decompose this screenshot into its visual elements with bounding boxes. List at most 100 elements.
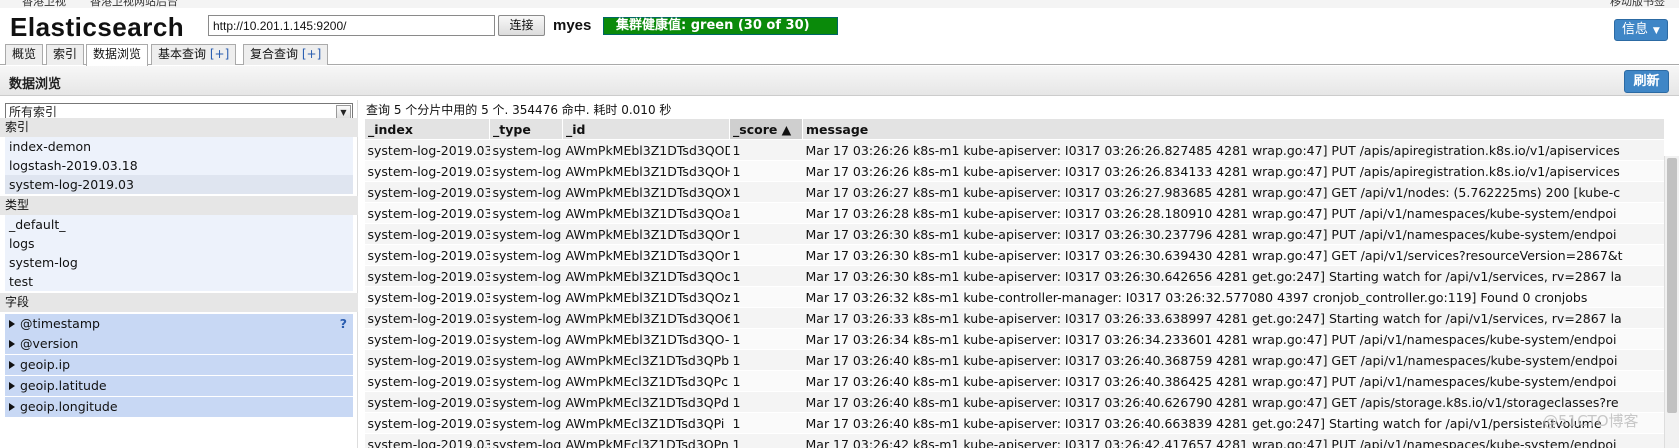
table-row[interactable]: system-log-2019.03 system-log AWmPkMEbl3Z1… bbox=[364, 307, 1664, 329]
chevron-down-icon: ▼ bbox=[1650, 26, 1660, 36]
sidebar-item-type[interactable]: logs bbox=[5, 234, 353, 253]
field-label: geoip.ip bbox=[20, 357, 71, 372]
cell-score: 1 bbox=[729, 181, 803, 203]
main-tabs: 概览 索引 数据浏览 基本查询 [+] 复合查询 [+] bbox=[0, 42, 1679, 66]
watermark: @51CTO博客 bbox=[1543, 412, 1639, 430]
bookmark-item[interactable]: 香港卫视网站后台 bbox=[90, 0, 178, 8]
cell-id: AWmPkMEbl3Z1DTsd3QOa bbox=[562, 202, 730, 224]
table-row[interactable]: system-log-2019.03 system-log AWmPkMEcl3Z1… bbox=[364, 349, 1664, 371]
cell-type: system-log bbox=[489, 181, 563, 203]
cell-id: AWmPkMEbl3Z1DTsd3QO- bbox=[562, 328, 730, 350]
info-menu-button[interactable]: 信息 ▼ bbox=[1614, 19, 1668, 41]
table-row[interactable]: system-log-2019.03 system-log AWmPkMEbl3Z1… bbox=[364, 139, 1664, 161]
cell-score: 1 bbox=[729, 349, 803, 371]
sidebar-item-index[interactable]: system-log-2019.03 bbox=[5, 175, 353, 194]
cell-type: system-log bbox=[489, 307, 563, 329]
sidebar-item-type[interactable]: _default_ bbox=[5, 215, 353, 234]
cell-index: system-log-2019.03 bbox=[364, 433, 490, 448]
sidebar-item-index[interactable]: index-demon bbox=[5, 137, 353, 156]
sidebar-field[interactable]: geoip.ip bbox=[5, 355, 353, 375]
tab-label: 数据浏览 bbox=[93, 47, 142, 61]
cell-id: AWmPkMEbl3Z1DTsd3QOn bbox=[562, 244, 730, 266]
column-header-message[interactable]: message bbox=[802, 118, 1664, 140]
cell-message: Mar 17 03:26:40 k8s-m1 kube-apiserver: I… bbox=[802, 391, 1664, 413]
table-row[interactable]: system-log-2019.03 system-log AWmPkMEbl3Z1… bbox=[364, 265, 1664, 287]
cell-message: Mar 17 03:26:26 k8s-m1 kube-apiserver: I… bbox=[802, 160, 1664, 182]
expand-triangle-icon bbox=[9, 361, 15, 369]
sidebar-field[interactable]: geoip.longitude bbox=[5, 397, 353, 417]
bookmark-item[interactable]: 香港卫视 bbox=[22, 0, 66, 8]
cluster-name: myes bbox=[553, 17, 592, 34]
help-icon[interactable]: ? bbox=[340, 314, 347, 334]
table-row[interactable]: system-log-2019.03 system-log AWmPkMEbl3Z1… bbox=[364, 244, 1664, 266]
expand-triangle-icon bbox=[9, 403, 15, 411]
cell-message: Mar 17 03:26:26 k8s-m1 kube-apiserver: I… bbox=[802, 139, 1664, 161]
cell-score: 1 bbox=[729, 160, 803, 182]
field-label: @version bbox=[20, 336, 79, 351]
column-header-score[interactable]: _score ▲ bbox=[729, 118, 803, 140]
cell-message: Mar 17 03:26:42 k8s-m1 kube-apiserver: I… bbox=[802, 433, 1664, 448]
expand-triangle-icon bbox=[9, 340, 15, 348]
cluster-health-badge: 集群健康值: green (30 of 30) bbox=[603, 17, 838, 35]
cell-type: system-log bbox=[489, 412, 563, 434]
column-header-index[interactable]: _index bbox=[364, 118, 490, 140]
table-row[interactable]: system-log-2019.03 system-log AWmPkMEbl3Z1… bbox=[364, 181, 1664, 203]
cell-type: system-log bbox=[489, 286, 563, 308]
cell-id: AWmPkMEbl3Z1DTsd3QOX bbox=[562, 181, 730, 203]
cell-index: system-log-2019.03 bbox=[364, 286, 490, 308]
cell-id: AWmPkMEcl3Z1DTsd3QPn bbox=[562, 433, 730, 448]
cell-message: Mar 17 03:26:40 k8s-m1 kube-apiserver: I… bbox=[802, 412, 1664, 434]
vertical-scrollbar[interactable] bbox=[1664, 156, 1679, 448]
sidebar-item-type[interactable]: test bbox=[5, 272, 353, 291]
cell-id: AWmPkMEcl3Z1DTsd3QPd bbox=[562, 391, 730, 413]
app-header: Elasticsearch 连接 myes 集群健康值: green (30 o… bbox=[0, 8, 1679, 42]
cell-index: system-log-2019.03 bbox=[364, 202, 490, 224]
table-row[interactable]: system-log-2019.03 system-log AWmPkMEbl3Z1… bbox=[364, 286, 1664, 308]
cell-score: 1 bbox=[729, 223, 803, 245]
table-row[interactable]: system-log-2019.03 system-log AWmPkMEbl3Z1… bbox=[364, 202, 1664, 224]
column-header-id[interactable]: _id bbox=[562, 118, 730, 140]
sidebar-item-index[interactable]: logstash-2019.03.18 bbox=[5, 156, 353, 175]
results-table: _index _type _id _score ▲ message system… bbox=[364, 118, 1664, 448]
table-row[interactable]: system-log-2019.03 system-log AWmPkMEcl3Z1… bbox=[364, 412, 1664, 434]
table-row[interactable]: system-log-2019.03 system-log AWmPkMEcl3Z1… bbox=[364, 391, 1664, 413]
cluster-url-input[interactable] bbox=[208, 15, 495, 36]
cell-score: 1 bbox=[729, 265, 803, 287]
tab-basic-query[interactable]: 基本查询 [+] bbox=[151, 44, 237, 65]
cell-score: 1 bbox=[729, 412, 803, 434]
table-row[interactable]: system-log-2019.03 system-log AWmPkMEbl3Z1… bbox=[364, 328, 1664, 350]
table-row[interactable]: system-log-2019.03 system-log AWmPkMEcl3Z1… bbox=[364, 370, 1664, 392]
tab-data-browser[interactable]: 数据浏览 bbox=[86, 44, 149, 66]
scrollbar-thumb[interactable] bbox=[1667, 158, 1677, 413]
cell-message: Mar 17 03:26:28 k8s-m1 kube-apiserver: I… bbox=[802, 202, 1664, 224]
field-label: @timestamp bbox=[20, 316, 100, 331]
column-header-type[interactable]: _type bbox=[489, 118, 563, 140]
cell-score: 1 bbox=[729, 433, 803, 448]
cell-index: system-log-2019.03 bbox=[364, 139, 490, 161]
table-row[interactable]: system-log-2019.03 system-log AWmPkMEcl3Z1… bbox=[364, 433, 1664, 448]
sidebar-field[interactable]: @timestamp ? bbox=[5, 314, 353, 334]
tab-label: 基本查询 bbox=[158, 47, 207, 61]
info-label: 信息 bbox=[1622, 22, 1649, 37]
connect-button[interactable]: 连接 bbox=[498, 15, 545, 36]
tab-indices[interactable]: 索引 bbox=[46, 44, 85, 65]
cell-index: system-log-2019.03 bbox=[364, 265, 490, 287]
table-row[interactable]: system-log-2019.03 system-log AWmPkMEbl3Z1… bbox=[364, 223, 1664, 245]
sidebar-field[interactable]: @version bbox=[5, 334, 353, 354]
cell-message: Mar 17 03:26:30 k8s-m1 kube-apiserver: I… bbox=[802, 244, 1664, 266]
tab-overview[interactable]: 概览 bbox=[5, 44, 44, 65]
cell-type: system-log bbox=[489, 370, 563, 392]
cell-score: 1 bbox=[729, 244, 803, 266]
field-label: geoip.longitude bbox=[20, 399, 118, 414]
refresh-button[interactable]: 刷新 bbox=[1624, 70, 1669, 93]
tab-compound-query[interactable]: 复合查询 [+] bbox=[243, 44, 329, 65]
sidebar-field[interactable]: geoip.latitude bbox=[5, 376, 353, 396]
page-title: 数据浏览 bbox=[9, 77, 62, 92]
cell-type: system-log bbox=[489, 328, 563, 350]
bookmark-item[interactable]: 移动版书签 bbox=[1610, 0, 1665, 8]
cell-id: AWmPkMEbl3Z1DTsd3QO6 bbox=[562, 307, 730, 329]
sidebar-item-type[interactable]: system-log bbox=[5, 253, 353, 272]
table-row[interactable]: system-log-2019.03 system-log AWmPkMEbl3Z1… bbox=[364, 160, 1664, 182]
cell-id: AWmPkMEbl3Z1DTsd3QOH bbox=[562, 160, 730, 182]
app-title: Elasticsearch bbox=[10, 12, 185, 42]
